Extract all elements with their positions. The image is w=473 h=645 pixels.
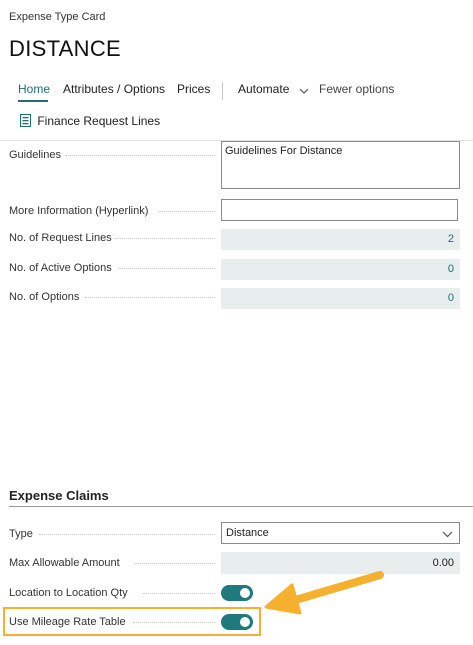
options-value[interactable]: 0 xyxy=(221,288,460,309)
tab-separator xyxy=(222,82,223,100)
finance-request-lines-label: Finance Request Lines xyxy=(37,114,161,128)
tab-attributes-options[interactable]: Attributes / Options xyxy=(63,82,165,96)
active-options-field: No. of Active Options 0 xyxy=(9,259,461,280)
leader-dots xyxy=(135,563,215,564)
tab-prices[interactable]: Prices xyxy=(177,82,210,96)
location-qty-toggle[interactable] xyxy=(221,585,253,601)
leader-dots xyxy=(39,534,215,535)
document-lines-icon xyxy=(20,114,31,130)
toggle-knob xyxy=(240,588,250,598)
options-label: No. of Options xyxy=(9,291,80,303)
highlight-box xyxy=(3,607,261,636)
leader-dots xyxy=(65,155,215,156)
action-tabs: Home Attributes / Options Prices Automat… xyxy=(0,82,473,102)
active-tab-indicator xyxy=(18,100,48,102)
leader-dots xyxy=(119,268,215,269)
guidelines-textarea[interactable]: Guidelines For Distance xyxy=(221,141,460,189)
chevron-down-icon xyxy=(299,83,309,97)
card-type-label: Expense Type Card xyxy=(9,11,106,23)
tab-home[interactable]: Home xyxy=(18,82,50,96)
leader-dots xyxy=(115,238,215,239)
more-info-input[interactable] xyxy=(221,199,458,221)
page-title: DISTANCE xyxy=(9,36,122,61)
active-options-value[interactable]: 0 xyxy=(221,259,460,280)
section-divider xyxy=(9,506,473,507)
tab-automate-label: Automate xyxy=(238,82,290,96)
type-select-value: Distance xyxy=(226,527,269,539)
tab-automate[interactable]: Automate xyxy=(238,82,309,97)
max-amount-field: Max Allowable Amount 0.00 xyxy=(9,552,461,574)
more-info-field: More Information (Hyperlink) xyxy=(9,199,461,221)
request-lines-label: No. of Request Lines xyxy=(9,232,112,244)
leader-dots xyxy=(85,297,215,298)
arrow-annotation-icon xyxy=(262,565,388,622)
type-select[interactable]: Distance xyxy=(221,522,460,544)
chevron-down-icon xyxy=(442,529,453,541)
leader-dots xyxy=(143,593,215,594)
max-amount-label: Max Allowable Amount xyxy=(9,557,120,569)
expense-claims-heading[interactable]: Expense Claims xyxy=(9,488,109,503)
request-lines-value[interactable]: 2 xyxy=(221,229,460,250)
fewer-options-button[interactable]: Fewer options xyxy=(319,82,394,96)
options-field: No. of Options 0 xyxy=(9,288,461,309)
leader-dots xyxy=(159,211,215,212)
active-options-label: No. of Active Options xyxy=(9,262,112,274)
more-info-label: More Information (Hyperlink) xyxy=(9,205,149,217)
type-field: Type Distance xyxy=(9,522,461,544)
location-qty-field: Location to Location Qty xyxy=(9,583,461,604)
finance-request-lines-action[interactable]: Finance Request Lines xyxy=(20,114,160,130)
location-qty-label: Location to Location Qty xyxy=(9,587,128,599)
guidelines-label: Guidelines xyxy=(9,149,61,161)
type-label: Type xyxy=(9,528,33,540)
request-lines-field: No. of Request Lines 2 xyxy=(9,229,461,250)
